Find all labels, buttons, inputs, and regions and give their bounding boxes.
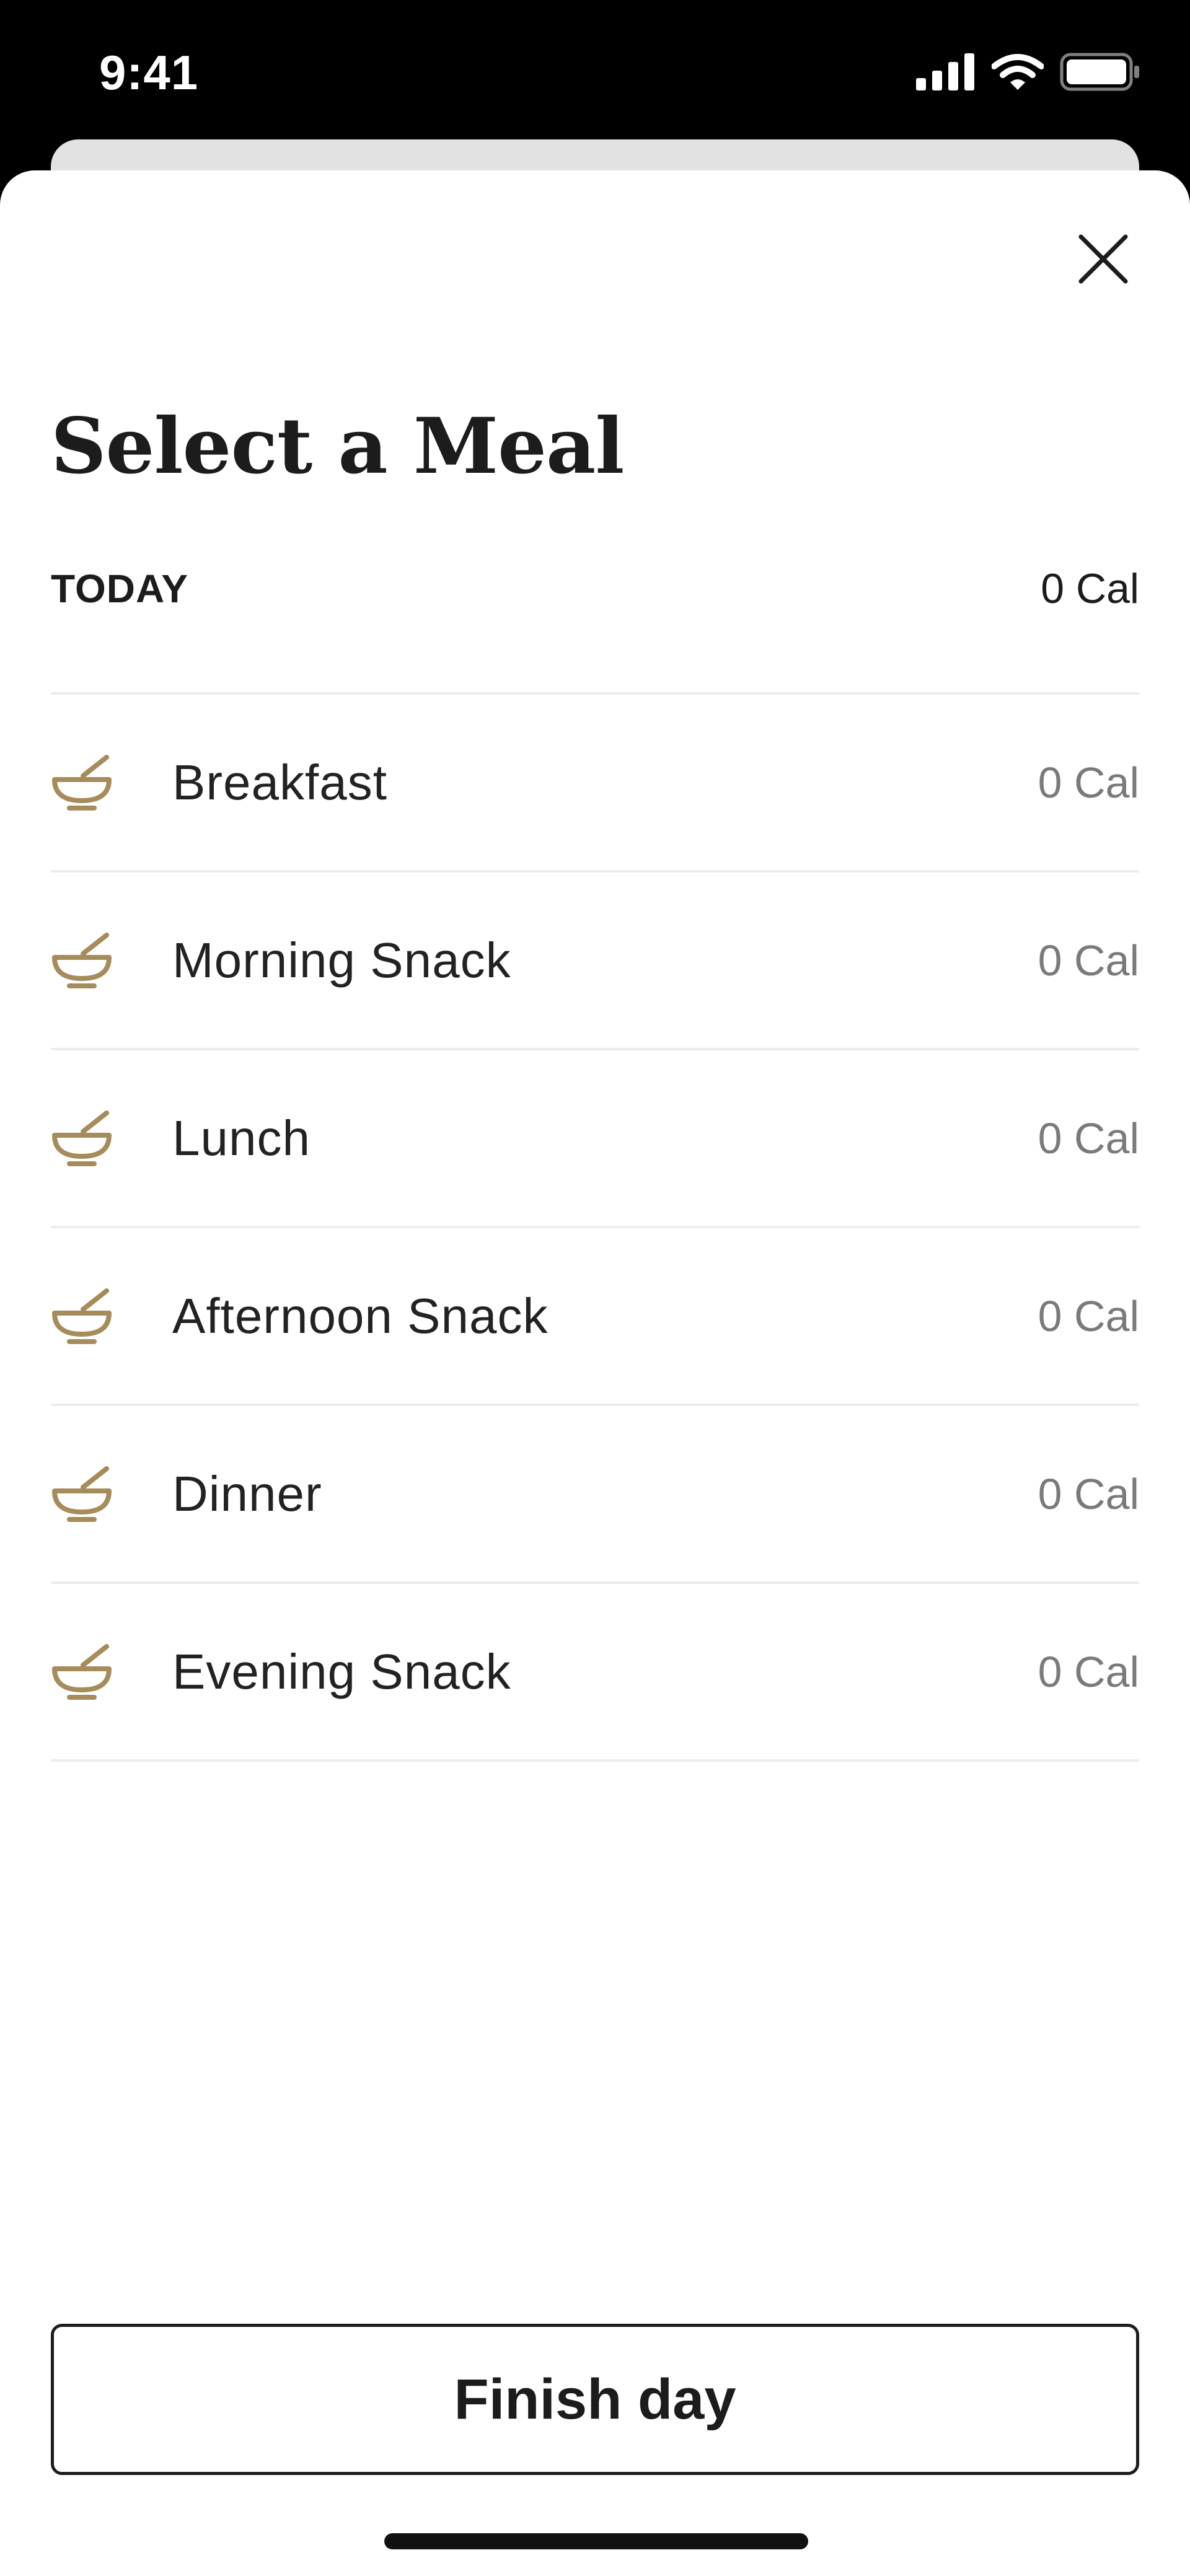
today-summary: TODAY 0 Cal xyxy=(51,558,1139,620)
bowl-icon xyxy=(51,1104,119,1172)
status-time: 9:41 xyxy=(99,45,199,100)
bowl-icon xyxy=(51,1282,119,1350)
page-title: Select a Meal xyxy=(51,402,625,491)
meal-name: Morning Snack xyxy=(172,932,511,988)
meal-calories: 0 Cal xyxy=(1038,1114,1139,1163)
wifi-icon xyxy=(991,53,1044,94)
meal-name: Breakfast xyxy=(172,754,387,810)
close-icon xyxy=(1077,233,1129,288)
meal-row-morning-snack[interactable]: Morning Snack 0 Cal xyxy=(51,873,1139,1050)
bowl-icon xyxy=(51,926,119,995)
battery-icon xyxy=(1060,53,1140,94)
meal-calories: 0 Cal xyxy=(1038,1291,1139,1340)
meal-calories: 0 Cal xyxy=(1038,758,1139,807)
meal-row-lunch[interactable]: Lunch 0 Cal xyxy=(51,1050,1139,1228)
home-indicator xyxy=(384,2533,808,2549)
status-icons xyxy=(916,53,1140,94)
meal-name: Lunch xyxy=(172,1110,311,1166)
status-bar: 9:41 xyxy=(0,0,1190,143)
today-total-calories: 0 Cal xyxy=(1041,565,1139,612)
meal-calories: 0 Cal xyxy=(1038,936,1139,985)
bowl-icon xyxy=(51,1460,119,1528)
bowl-icon xyxy=(51,749,119,817)
today-label: TODAY xyxy=(51,566,188,611)
meal-name: Afternoon Snack xyxy=(172,1288,549,1343)
meal-row-evening-snack[interactable]: Evening Snack 0 Cal xyxy=(51,1584,1139,1762)
meal-row-dinner[interactable]: Dinner 0 Cal xyxy=(51,1406,1139,1584)
meal-list: Breakfast 0 Cal Morning Snack 0 Cal Lunc… xyxy=(51,692,1139,1762)
meal-name: Dinner xyxy=(172,1466,322,1521)
finish-day-button[interactable]: Finish day xyxy=(51,2324,1139,2475)
meal-row-afternoon-snack[interactable]: Afternoon Snack 0 Cal xyxy=(51,1228,1139,1406)
meal-calories: 0 Cal xyxy=(1038,1469,1139,1518)
meal-calories: 0 Cal xyxy=(1038,1647,1139,1696)
close-button[interactable] xyxy=(1072,229,1134,291)
bowl-icon xyxy=(51,1638,119,1706)
meal-row-breakfast[interactable]: Breakfast 0 Cal xyxy=(51,695,1139,873)
signal-icon xyxy=(916,53,976,94)
meal-name: Evening Snack xyxy=(172,1643,511,1699)
